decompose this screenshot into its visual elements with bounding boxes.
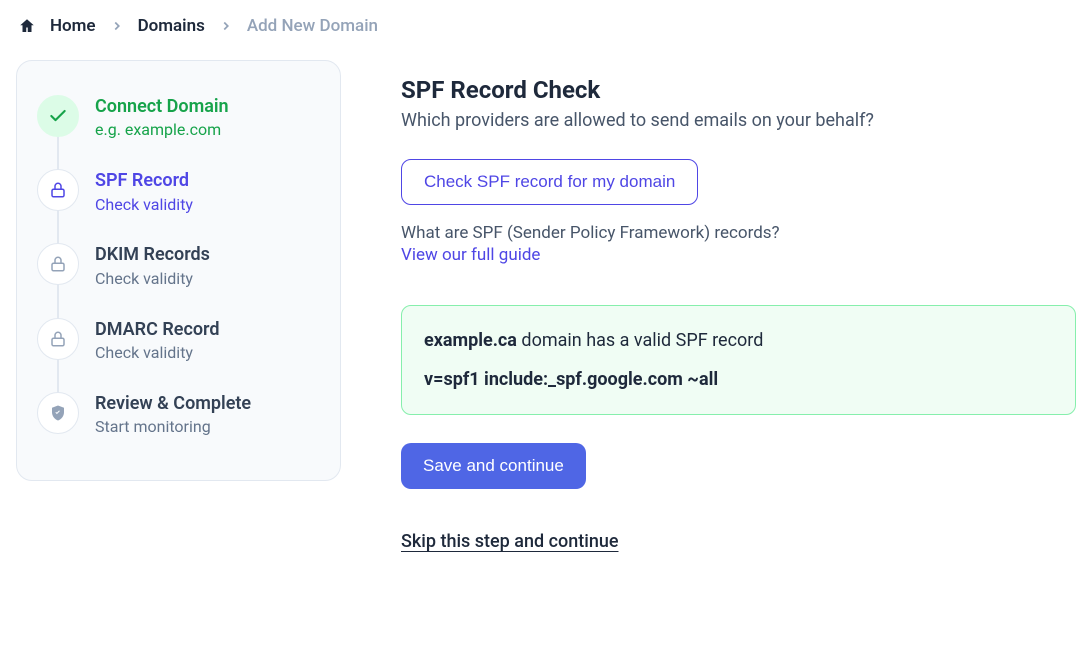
skip-step-link[interactable]: Skip this step and continue — [401, 531, 619, 552]
step-connect-domain[interactable]: Connect Domain e.g. example.com — [37, 81, 320, 155]
step-subtitle: e.g. example.com — [95, 120, 229, 141]
check-spf-button[interactable]: Check SPF record for my domain — [401, 159, 698, 205]
home-icon — [18, 17, 36, 35]
breadcrumb: Home Domains Add New Domain — [16, 16, 1076, 36]
check-icon — [37, 95, 79, 137]
lock-icon — [37, 169, 79, 211]
spf-record-value: v=spf1 include:_spf.google.com ~all — [424, 369, 1053, 390]
step-title: Review & Complete — [95, 392, 251, 415]
step-title: Connect Domain — [95, 95, 229, 118]
step-subtitle: Start monitoring — [95, 417, 251, 438]
spf-result-domain: example.ca — [424, 330, 517, 351]
step-dkim-records[interactable]: DKIM Records Check validity — [37, 229, 320, 303]
step-subtitle: Check validity — [95, 195, 193, 216]
chevron-right-icon — [110, 19, 124, 33]
step-title: DKIM Records — [95, 243, 210, 266]
page-subtitle: Which providers are allowed to send emai… — [401, 110, 1076, 131]
breadcrumb-current: Add New Domain — [247, 16, 378, 36]
spf-result-box: example.ca domain has a valid SPF record… — [401, 305, 1076, 415]
step-spf-record[interactable]: SPF Record Check validity — [37, 155, 320, 229]
help-guide-link[interactable]: View our full guide — [401, 245, 540, 265]
help-text: What are SPF (Sender Policy Framework) r… — [401, 223, 1076, 243]
shield-icon — [37, 392, 79, 434]
step-subtitle: Check validity — [95, 269, 210, 290]
breadcrumb-home[interactable]: Home — [50, 16, 96, 36]
step-review-complete[interactable]: Review & Complete Start monitoring — [37, 378, 320, 452]
main-content: SPF Record Check Which providers are all… — [401, 60, 1076, 552]
breadcrumb-domains[interactable]: Domains — [138, 16, 205, 36]
save-continue-button[interactable]: Save and continue — [401, 443, 586, 489]
page-title: SPF Record Check — [401, 76, 1076, 104]
step-subtitle: Check validity — [95, 343, 219, 364]
step-title: DMARC Record — [95, 318, 219, 341]
wizard-sidebar: Connect Domain e.g. example.com SPF Reco… — [16, 60, 341, 481]
spf-result-message: example.ca domain has a valid SPF record — [424, 330, 1053, 351]
spf-result-text: domain has a valid SPF record — [517, 330, 763, 351]
step-title: SPF Record — [95, 169, 193, 192]
lock-icon — [37, 318, 79, 360]
lock-icon — [37, 243, 79, 285]
step-dmarc-record[interactable]: DMARC Record Check validity — [37, 304, 320, 378]
chevron-right-icon — [219, 19, 233, 33]
